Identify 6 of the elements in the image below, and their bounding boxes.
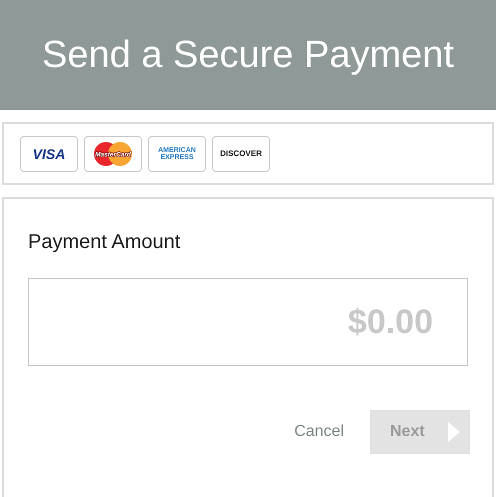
page-title: Send a Secure Payment bbox=[42, 34, 454, 76]
triangle-icon bbox=[448, 422, 460, 442]
amount-label: Payment Amount bbox=[28, 231, 182, 254]
card-logo: VISA bbox=[20, 136, 78, 172]
cancel-button[interactable]: Cancel bbox=[294, 423, 344, 441]
card-logo: DISCOVER bbox=[212, 136, 270, 172]
